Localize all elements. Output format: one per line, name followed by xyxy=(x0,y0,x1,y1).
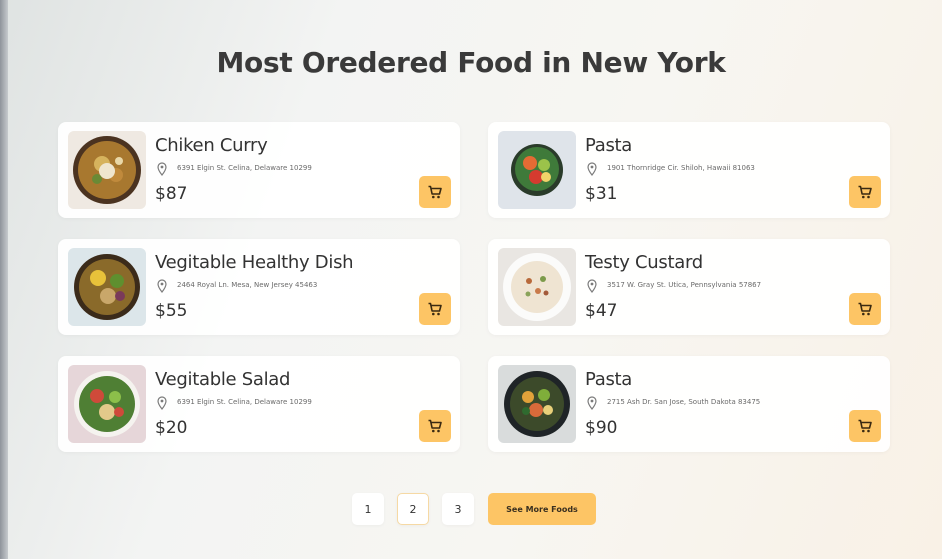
food-price: $55 xyxy=(155,301,188,321)
location-pin-icon xyxy=(157,162,167,176)
food-name: Chiken Curry xyxy=(155,135,268,156)
food-name: Vegitable Salad xyxy=(155,369,291,390)
food-price: $47 xyxy=(585,301,618,321)
food-price: $87 xyxy=(155,184,188,204)
food-address: 2715 Ash Dr. San Jose, South Dakota 8347… xyxy=(607,398,761,406)
location-pin-icon xyxy=(157,279,167,293)
cart-icon xyxy=(428,302,442,316)
food-price: $20 xyxy=(155,418,188,438)
food-image xyxy=(68,131,146,209)
food-card[interactable]: Pasta 1901 Thornridge Cir. Shiloh, Hawai… xyxy=(488,122,890,218)
cart-icon xyxy=(428,419,442,433)
food-address: 3517 W. Gray St. Utica, Pennsylvania 578… xyxy=(607,281,762,289)
food-name: Vegitable Healthy Dish xyxy=(155,252,354,273)
food-name: Testy Custard xyxy=(585,252,703,273)
food-address: 6391 Elgin St. Celina, Delaware 10299 xyxy=(177,164,312,172)
add-to-cart-button[interactable] xyxy=(419,176,451,208)
cart-icon xyxy=(858,302,872,316)
location-pin-icon xyxy=(587,396,597,410)
food-address: 6391 Elgin St. Celina, Delaware 10299 xyxy=(177,398,312,406)
food-image xyxy=(498,131,576,209)
cart-icon xyxy=(428,185,442,199)
page-button-1[interactable]: 1 xyxy=(352,493,384,525)
cart-icon xyxy=(858,419,872,433)
page-button-2[interactable]: 2 xyxy=(397,493,429,525)
food-image xyxy=(68,365,146,443)
food-address: 1901 Thornridge Cir. Shiloh, Hawaii 8106… xyxy=(607,164,755,172)
food-image xyxy=(68,248,146,326)
see-more-foods-button[interactable]: See More Foods xyxy=(488,493,596,525)
add-to-cart-button[interactable] xyxy=(849,293,881,325)
location-pin-icon xyxy=(587,279,597,293)
add-to-cart-button[interactable] xyxy=(419,410,451,442)
food-image xyxy=(498,365,576,443)
add-to-cart-button[interactable] xyxy=(849,410,881,442)
location-pin-icon xyxy=(587,162,597,176)
add-to-cart-button[interactable] xyxy=(419,293,451,325)
food-price: $90 xyxy=(585,418,618,438)
add-to-cart-button[interactable] xyxy=(849,176,881,208)
cart-icon xyxy=(858,185,872,199)
food-price: $31 xyxy=(585,184,618,204)
food-card[interactable]: Pasta 2715 Ash Dr. San Jose, South Dakot… xyxy=(488,356,890,452)
page-title: Most Oredered Food in New York xyxy=(216,46,726,79)
food-card[interactable]: Testy Custard 3517 W. Gray St. Utica, Pe… xyxy=(488,239,890,335)
food-image xyxy=(498,248,576,326)
food-card[interactable]: Chiken Curry 6391 Elgin St. Celina, Dela… xyxy=(58,122,460,218)
window-edge xyxy=(0,0,8,559)
food-address: 2464 Royal Ln. Mesa, New Jersey 45463 xyxy=(177,281,318,289)
food-name: Pasta xyxy=(585,135,633,156)
food-card[interactable]: Vegitable Salad 6391 Elgin St. Celina, D… xyxy=(58,356,460,452)
location-pin-icon xyxy=(157,396,167,410)
food-card[interactable]: Vegitable Healthy Dish 2464 Royal Ln. Me… xyxy=(58,239,460,335)
page-button-3[interactable]: 3 xyxy=(442,493,474,525)
food-name: Pasta xyxy=(585,369,633,390)
